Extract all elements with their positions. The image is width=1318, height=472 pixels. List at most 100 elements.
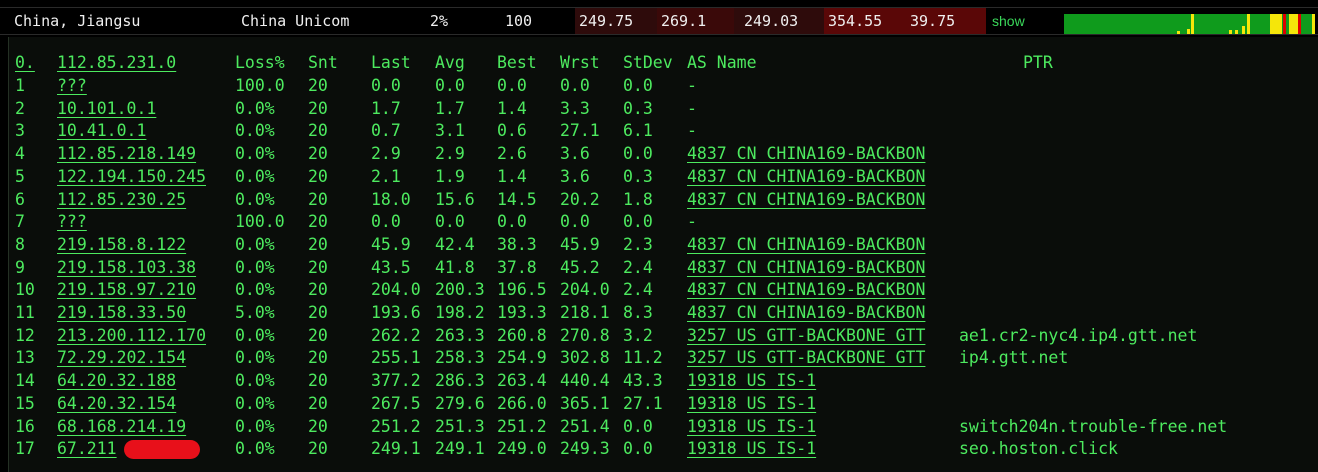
hop-host[interactable]: 219.158.8.122	[57, 234, 186, 256]
hop-host[interactable]: 219.158.103.38	[57, 257, 196, 279]
hop-stdev: 0.3	[623, 166, 653, 186]
latency-sparkline	[1064, 14, 1315, 34]
hop-best: 260.8	[497, 325, 547, 345]
hop-as[interactable]: 4837 CN CHINA169-BACKBON	[687, 302, 925, 324]
hop-host[interactable]: 64.20.32.154	[57, 393, 176, 415]
hop-stdev: 0.0	[623, 416, 653, 436]
hop-stdev: 0.0	[623, 439, 653, 459]
sparkline-mark	[1229, 30, 1232, 34]
hop-as[interactable]: 4837 CN CHINA169-BACKBON	[687, 279, 925, 301]
loss-value: 2%	[430, 12, 449, 30]
hop-wrst: 45.9	[560, 234, 600, 254]
hop-host[interactable]: 72.29.202.154	[57, 347, 186, 369]
hop-avg: 249.1	[435, 439, 485, 459]
hop-host[interactable]: 10.41.0.1	[57, 120, 146, 142]
hop-stdev: 3.2	[623, 325, 653, 345]
sparkline-mark	[1279, 14, 1282, 34]
hop-host[interactable]: 64.20.32.188	[57, 370, 176, 392]
hop-loss: 0.0%	[235, 98, 275, 118]
hop-avg: 198.2	[435, 303, 485, 322]
show-link[interactable]: show	[992, 8, 1025, 34]
hop-stdev: 0.0	[623, 76, 653, 95]
hop-loss: 0.0%	[235, 393, 275, 413]
hop-best: 37.8	[497, 257, 537, 277]
hop-snt: 20	[308, 348, 328, 368]
hop-host[interactable]: 213.200.112.170	[57, 325, 206, 347]
hop-as[interactable]: 4837 CN CHINA169-BACKBON	[687, 166, 925, 188]
hop-loss: 0.0%	[235, 325, 275, 345]
hop-last: 0.0	[371, 212, 401, 232]
hop-host[interactable]: 122.194.150.245	[57, 166, 206, 188]
hop-best: 1.4	[497, 166, 527, 186]
hop-best: 249.0	[497, 439, 547, 459]
hop-ptr: ae1.cr2-nyc4.ip4.gtt.net	[959, 325, 1198, 345]
hop-loss: 0.0%	[235, 144, 275, 164]
hop-best: 196.5	[497, 280, 547, 300]
hop-loss: 0.0%	[235, 257, 275, 277]
hop-last: 0.0	[371, 76, 401, 95]
hop-last: 255.1	[371, 348, 421, 368]
hop-snt: 20	[308, 212, 328, 232]
hop-last: 267.5	[371, 393, 421, 413]
hop-host[interactable]: 68.168.214.19	[57, 416, 186, 438]
hop-num: 13	[15, 348, 35, 368]
col-stdev: StDev	[623, 53, 673, 72]
hop-as[interactable]: 4837 CN CHINA169-BACKBON	[687, 143, 925, 165]
hop-stdev: 43.3	[623, 371, 663, 391]
hop-num: 14	[15, 371, 35, 391]
stat-stdev: 39.75	[910, 12, 956, 30]
hop-host[interactable]: 219.158.97.210	[57, 279, 196, 301]
hop-stdev: 27.1	[623, 393, 663, 413]
hop-as[interactable]: 19318 US IS-1	[687, 370, 816, 392]
hop-num: 1	[15, 76, 25, 95]
hop-host[interactable]: 112.85.230.25	[57, 189, 186, 211]
sparkline-mark	[1246, 14, 1250, 34]
hop-loss: 100.0	[235, 76, 285, 95]
hop-num: 6	[15, 189, 25, 209]
hop-best: 38.3	[497, 234, 537, 254]
stat-best: 249.03	[744, 12, 799, 30]
hop-wrst: 0.0	[560, 76, 590, 95]
count-value: 100	[505, 12, 533, 30]
hop-snt: 20	[308, 393, 328, 413]
hop-wrst: 3.6	[560, 166, 590, 186]
hop-as: -	[687, 76, 697, 95]
hop-num: 12	[15, 325, 35, 345]
hop-host[interactable]: 112.85.218.149	[57, 143, 196, 165]
hop-loss: 0.0%	[235, 121, 275, 141]
hop-as[interactable]: 4837 CN CHINA169-BACKBON	[687, 234, 925, 256]
hop-host[interactable]: 10.101.0.1	[57, 98, 156, 120]
hop-as[interactable]: 19318 US IS-1	[687, 438, 816, 460]
hop0-num: 0.	[15, 53, 35, 72]
col-best: Best	[497, 53, 537, 72]
hop0-host[interactable]: 112.85.231.0	[57, 52, 176, 74]
hop-loss: 0.0%	[235, 371, 275, 391]
hop-wrst: 218.1	[560, 303, 610, 322]
hop-best: 266.0	[497, 393, 547, 413]
hop-wrst: 270.8	[560, 325, 610, 345]
stat-avg: 269.1	[661, 12, 707, 30]
isp-label: China Unicom	[241, 12, 350, 30]
hop-stdev: 2.4	[623, 257, 653, 277]
hop-snt: 20	[308, 121, 328, 141]
hop-best: 14.5	[497, 189, 537, 209]
hop-num: 4	[15, 144, 25, 164]
hop-best: 2.6	[497, 144, 527, 164]
hop-loss: 0.0%	[235, 416, 275, 436]
hop-stdev: 1.8	[623, 189, 653, 209]
hop-last: 43.5	[371, 257, 411, 277]
hop-as[interactable]: 3257 US GTT-BACKBONE GTT	[687, 325, 925, 347]
hop-host[interactable]: 219.158.33.50	[57, 302, 186, 324]
hop-host[interactable]: 67.211	[57, 438, 117, 460]
hop-as[interactable]: 3257 US GTT-BACKBONE GTT	[687, 347, 925, 369]
hop-as[interactable]: 19318 US IS-1	[687, 416, 816, 438]
hop-as[interactable]: 4837 CN CHINA169-BACKBON	[687, 189, 925, 211]
hop-host[interactable]: ???	[57, 211, 87, 233]
hop-snt: 20	[308, 76, 328, 95]
hop-host[interactable]: ???	[57, 75, 87, 97]
hop-loss: 0.0%	[235, 348, 275, 368]
hop-as[interactable]: 4837 CN CHINA169-BACKBON	[687, 257, 925, 279]
hop-num: 8	[15, 234, 25, 254]
hop-num: 16	[15, 416, 35, 436]
hop-as[interactable]: 19318 US IS-1	[687, 393, 816, 415]
